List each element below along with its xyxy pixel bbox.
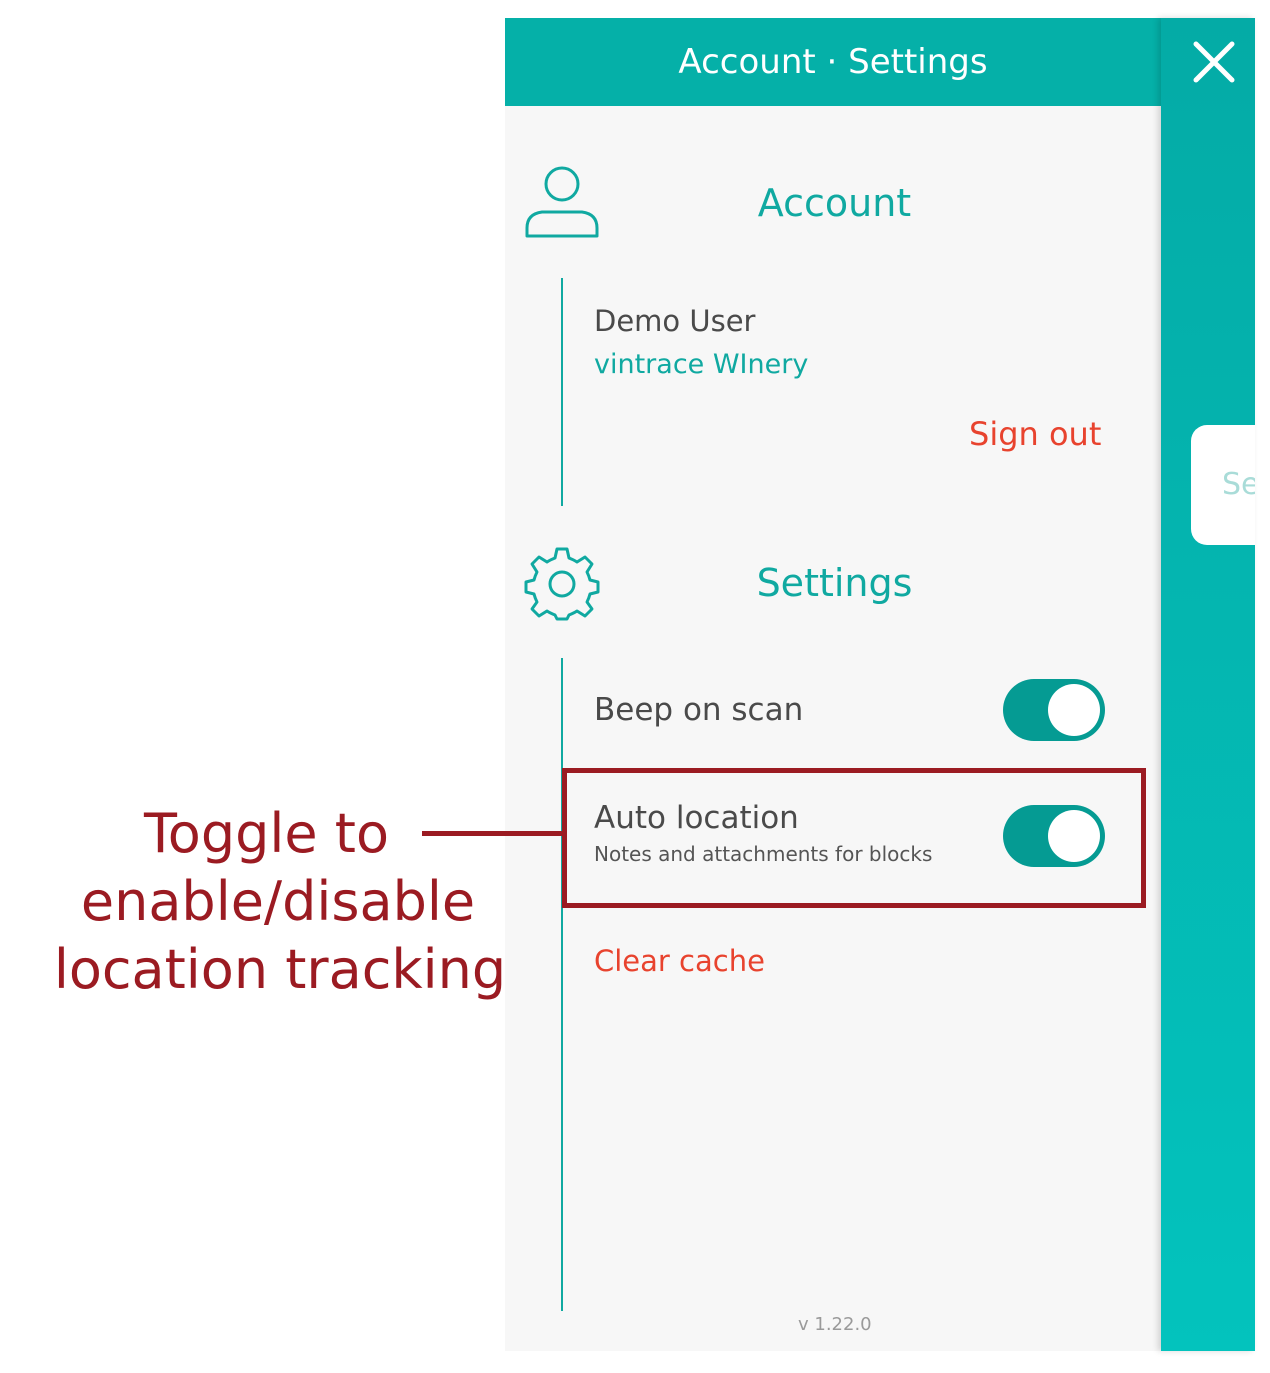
version-label: v 1.22.0	[798, 1314, 872, 1335]
user-icon	[525, 166, 599, 238]
account-section-title: Account	[757, 181, 912, 225]
account-section-line	[561, 278, 563, 506]
side-tab[interactable]: Se	[1191, 425, 1255, 545]
annotation-highlight-box	[562, 768, 1146, 908]
close-button[interactable]	[1186, 36, 1242, 88]
company-name: vintrace WInery	[594, 349, 809, 380]
annotation-line-2: enable/disable	[80, 870, 476, 933]
toggle-knob	[1048, 684, 1100, 736]
annotation-line-1: Toggle to	[144, 802, 390, 865]
beep-on-scan-label: Beep on scan	[594, 692, 804, 728]
panel-header: Account · Settings	[505, 18, 1161, 106]
annotation-callout: Toggle to enable/disable location tracki…	[20, 800, 540, 1004]
close-icon	[1193, 41, 1235, 83]
user-name: Demo User	[594, 304, 756, 338]
settings-section-title: Settings	[756, 561, 913, 605]
gear-icon	[524, 547, 600, 621]
side-tab-label: Se	[1222, 467, 1255, 502]
side-strip	[1161, 18, 1255, 1351]
beep-on-scan-toggle[interactable]	[1003, 679, 1105, 741]
clear-cache-button[interactable]: Clear cache	[594, 944, 765, 978]
sign-out-button[interactable]: Sign out	[969, 415, 1101, 453]
annotation-line-3: location tracking	[53, 938, 507, 1001]
panel-title: Account · Settings	[678, 42, 988, 82]
settings-section-line	[561, 658, 563, 1311]
